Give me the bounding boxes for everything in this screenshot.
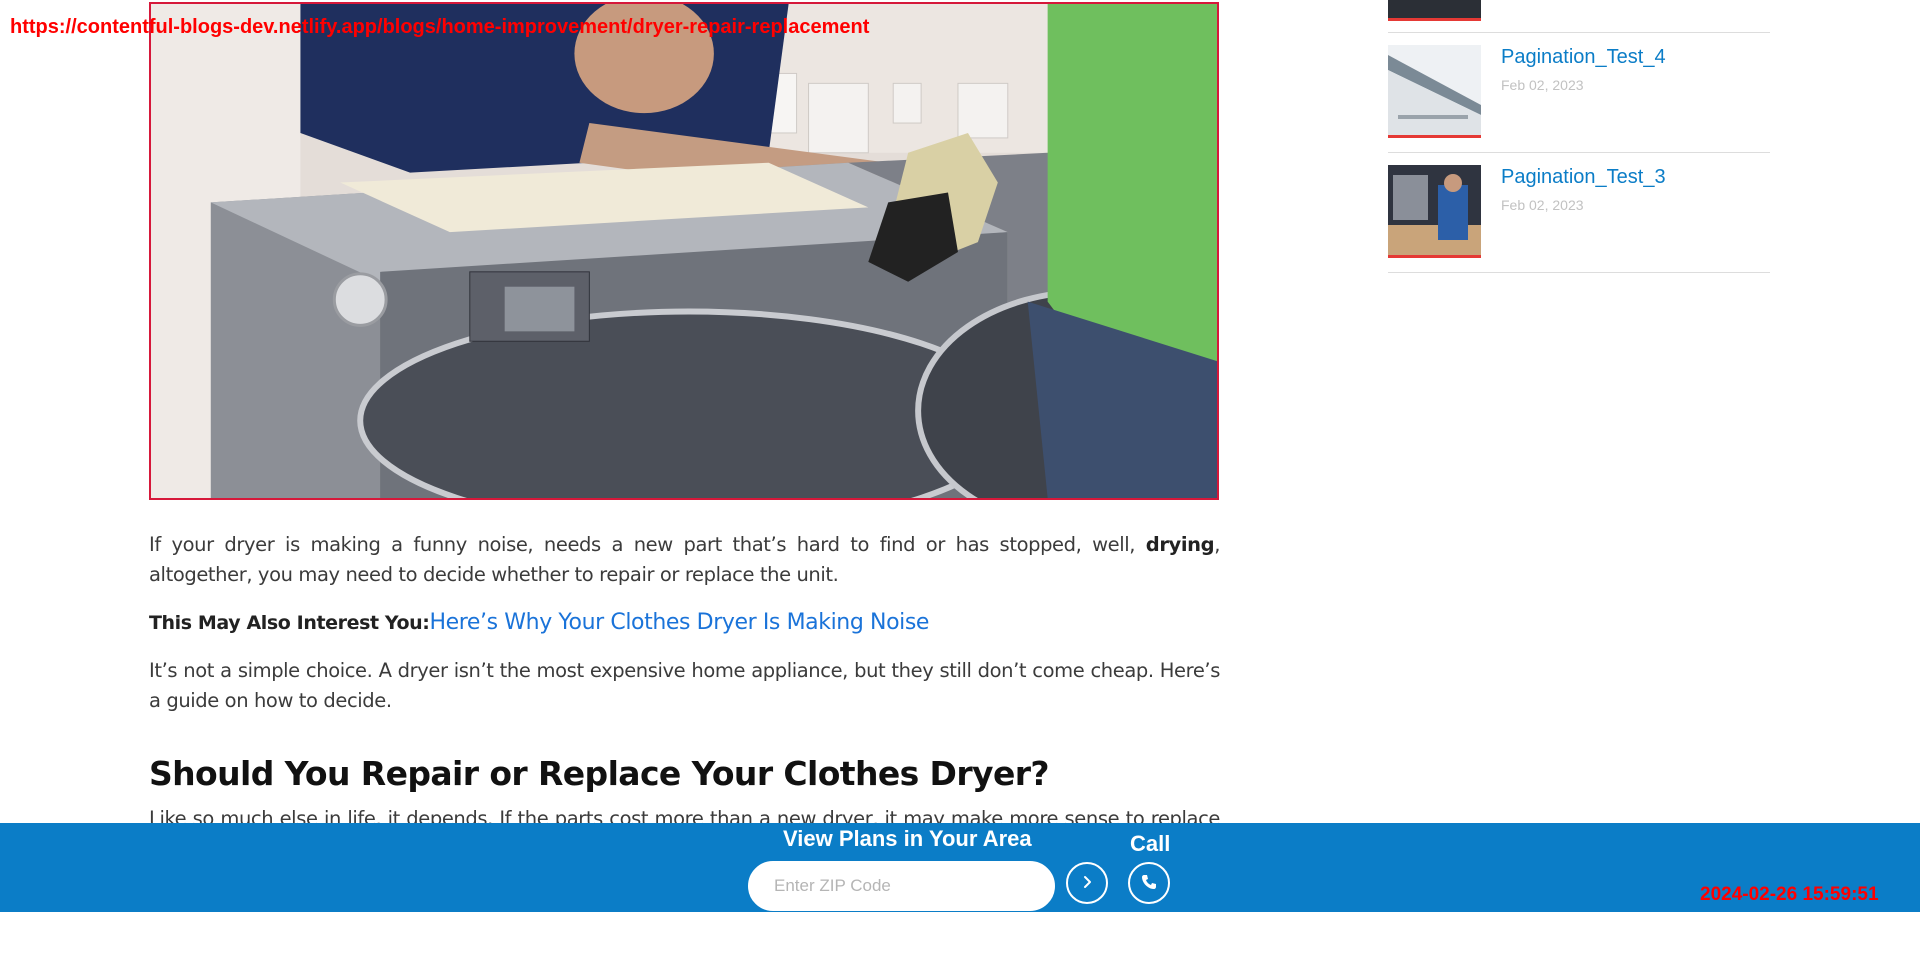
sidebar-item[interactable]: Pagination_Test_3 Feb 02, 2023 [1388, 153, 1770, 273]
call-label: Call [1130, 831, 1171, 856]
section-heading: Should You Repair or Replace Your Clothe… [149, 754, 1050, 793]
plans-title: View Plans in Your Area [783, 826, 1032, 851]
hero-image [149, 2, 1219, 500]
intro-bold-text: drying [1145, 533, 1215, 556]
sidebar-item-date: Feb 02, 2023 [1501, 197, 1584, 213]
intro-text: If your dryer is making a funny noise, n… [149, 533, 1146, 556]
sidebar-thumbnail[interactable] [1388, 0, 1481, 21]
url-overlay: https://contentful-blogs-dev.netlify.app… [10, 16, 870, 38]
also-interest-line: This May Also Interest You:Here’s Why Yo… [149, 608, 1220, 638]
sidebar-thumbnail[interactable] [1388, 165, 1481, 258]
also-interest-label: This May Also Interest You: [149, 612, 430, 634]
phone-icon [1140, 873, 1158, 894]
zip-submit-button[interactable] [1066, 862, 1108, 904]
also-interest-link[interactable]: Here’s Why Your Clothes Dryer Is Making … [429, 610, 929, 635]
chevron-right-icon [1079, 874, 1095, 893]
sidebar-item-title[interactable]: Pagination_Test_3 [1501, 166, 1666, 189]
sidebar-item-partial[interactable] [1388, 0, 1770, 33]
intro-paragraph: If your dryer is making a funny noise, n… [149, 530, 1220, 590]
paragraph-2: It’s not a simple choice. A dryer isn’t … [149, 659, 1220, 712]
sidebar-item-title[interactable]: Pagination_Test_4 [1501, 46, 1666, 69]
sidebar-thumbnail[interactable] [1388, 45, 1481, 138]
sidebar-item-date: Feb 02, 2023 [1501, 77, 1584, 93]
call-button[interactable] [1128, 862, 1170, 904]
related-posts-sidebar: Pagination_Test_4 Feb 02, 2023 Paginatio… [1388, 0, 1770, 273]
timestamp-overlay: 2024-02-26 15:59:51 [1700, 884, 1879, 905]
zip-code-input[interactable] [748, 861, 1055, 911]
sidebar-item[interactable]: Pagination_Test_4 Feb 02, 2023 [1388, 33, 1770, 153]
plans-footer-bar: View Plans in Your Area Call [0, 823, 1920, 912]
